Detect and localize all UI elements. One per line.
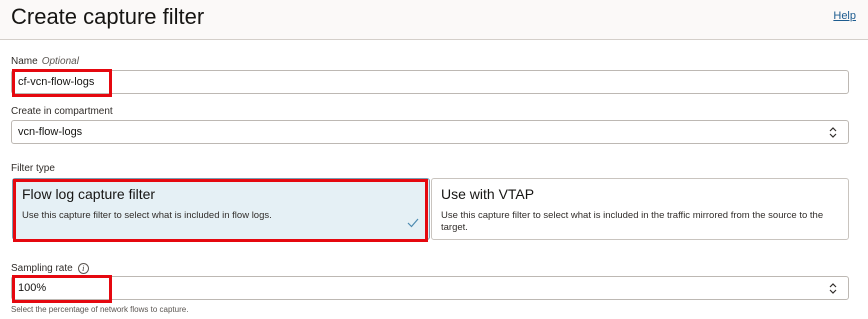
compartment-label: Create in compartment [11, 106, 113, 117]
sampling-rate-helper: Select the percentage of network flows t… [11, 305, 189, 314]
page-title: Create capture filter [11, 4, 205, 29]
vtap-filter-card[interactable]: Use with VTAP Use this capture filter to… [431, 178, 849, 240]
name-input-value: cf-vcn-flow-logs [18, 76, 95, 88]
chevron-up-down-icon [826, 125, 840, 139]
compartment-select-value: vcn-flow-logs [18, 126, 83, 138]
vtap-filter-description: Use this capture filter to select what i… [441, 210, 824, 233]
name-label-text: Name [11, 56, 38, 67]
chevron-up-down-icon [826, 281, 840, 295]
sampling-rate-select[interactable]: 100% [11, 276, 849, 300]
page-header: Create capture filter Help [0, 0, 868, 40]
vtap-filter-title: Use with VTAP [441, 186, 535, 202]
help-link[interactable]: Help [833, 10, 856, 22]
compartment-select[interactable]: vcn-flow-logs [11, 120, 849, 144]
name-input[interactable]: cf-vcn-flow-logs [11, 70, 849, 94]
checkmark-icon [407, 216, 419, 231]
sampling-rate-label-text: Sampling rate [11, 263, 73, 275]
sampling-rate-label: Sampling rate i [11, 263, 89, 274]
sampling-rate-value: 100% [18, 282, 47, 294]
flow-log-filter-title: Flow log capture filter [22, 186, 156, 202]
flow-log-filter-description: Use this capture filter to select what i… [22, 210, 272, 221]
info-icon[interactable]: i [77, 263, 89, 274]
optional-label: Optional [41, 56, 79, 67]
flow-log-filter-card[interactable]: Flow log capture filter Use this capture… [12, 178, 430, 240]
name-label: Name Optional [11, 56, 79, 67]
filter-type-label: Filter type [11, 163, 55, 174]
